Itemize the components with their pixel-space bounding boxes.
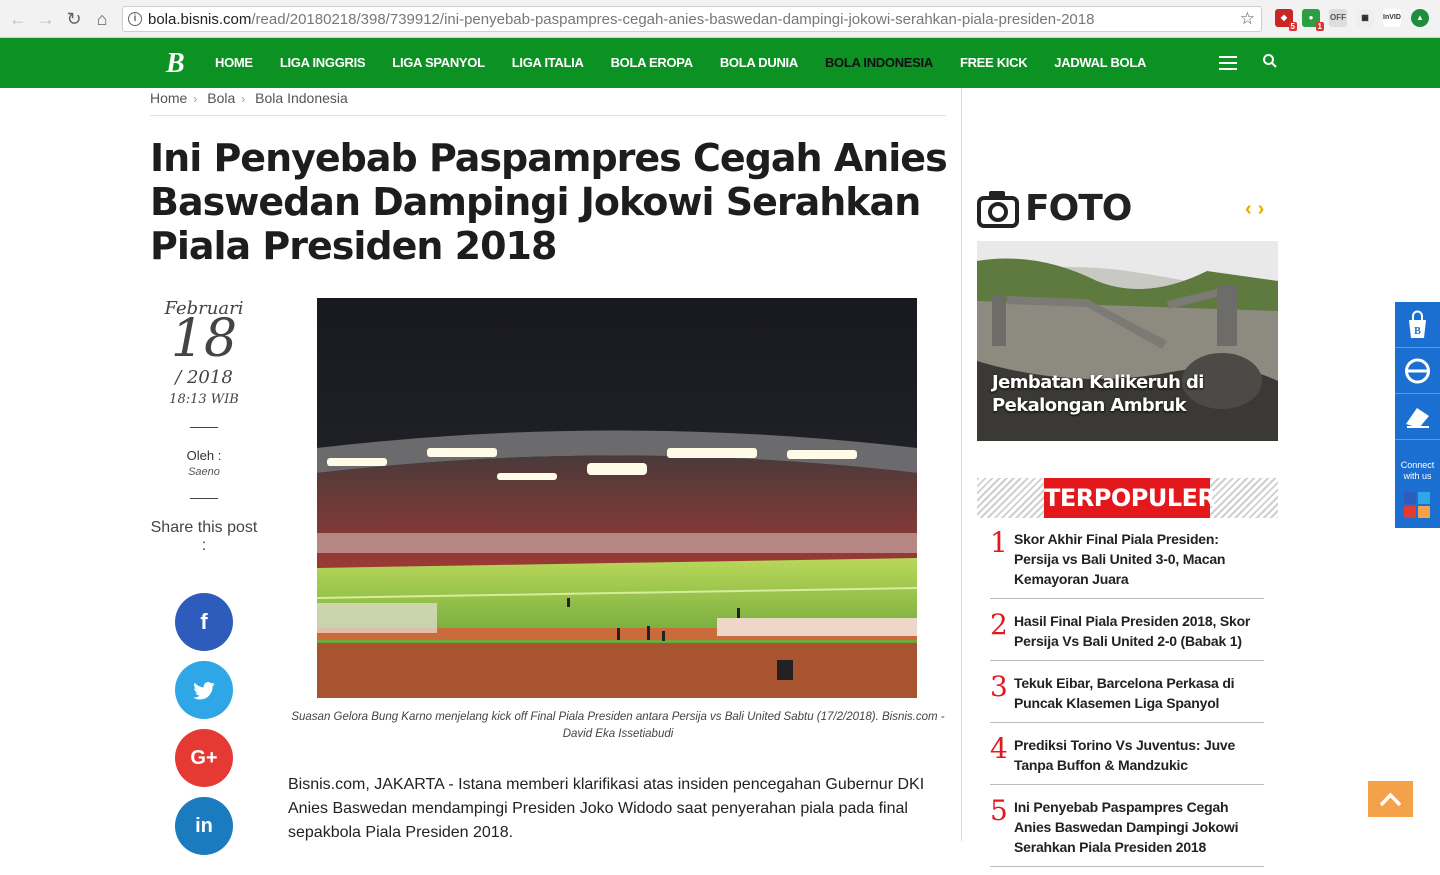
floating-social-bar: B Connect with us <box>1395 302 1440 528</box>
popular-title[interactable]: Prediksi Torino Vs Juventus: Juve Tanpa … <box>1014 735 1264 775</box>
extension-badge: 1 <box>1315 22 1324 31</box>
terpopuler-header: TERPOPULER <box>977 478 1278 518</box>
popular-rank: 4 <box>990 732 1008 765</box>
foto-card[interactable]: Jembatan Kalikeruh di Pekalongan Ambruk <box>977 241 1278 441</box>
e-logo-icon <box>1405 358 1430 384</box>
popular-list: 1 Skor Akhir Final Piala Presiden: Persij… <box>990 525 1264 875</box>
menu-bola-dunia[interactable]: BOLA DUNIA <box>720 38 798 88</box>
back-arrow-icon[interactable]: ← <box>8 9 28 29</box>
popular-rank: 1 <box>990 526 1008 559</box>
shopping-bag-icon: B <box>1409 310 1426 338</box>
popular-title[interactable]: Hasil Final Piala Presiden 2018, Skor Pe… <box>1014 611 1264 651</box>
search-icon[interactable] <box>1262 53 1278 69</box>
menu-jadwal-bola[interactable]: JADWAL BOLA <box>1054 38 1146 88</box>
magazine-button[interactable] <box>1395 394 1440 440</box>
extension-invid-label: InVID <box>1383 14 1401 21</box>
breadcrumb-bola[interactable]: Bola <box>207 90 235 106</box>
popular-item[interactable]: 1 Skor Akhir Final Piala Presiden: Persij… <box>990 525 1264 599</box>
menu-liga-spanyol[interactable]: LIGA SPANYOL <box>392 38 485 88</box>
scroll-to-top-button[interactable] <box>1368 781 1413 817</box>
menu-liga-italia[interactable]: LIGA ITALIA <box>512 38 584 88</box>
extension-off-label: OFF <box>1330 13 1346 22</box>
book-icon <box>1406 408 1429 428</box>
popular-rank: 2 <box>990 608 1008 641</box>
menu-free-kick[interactable]: FREE KICK <box>960 38 1028 88</box>
chevron-up-icon <box>1379 792 1402 807</box>
popular-item[interactable]: 5 Ini Penyebab Paspampres Cegah Anies Bas… <box>990 793 1264 867</box>
popular-rank: 5 <box>990 794 1008 827</box>
foto-caption[interactable]: Jembatan Kalikeruh di Pekalongan Ambruk <box>992 371 1262 417</box>
social-tiles-icon[interactable] <box>1404 492 1431 519</box>
extension-badge: 5 <box>1288 22 1297 31</box>
divider <box>190 498 218 499</box>
date-year: / 2018 <box>175 367 233 388</box>
author-label: Oleh : <box>186 448 222 463</box>
menu-bola-eropa[interactable]: BOLA EROPA <box>611 38 694 88</box>
menu-bola-indonesia[interactable]: BOLA INDONESIA <box>825 38 933 88</box>
facebook-share-button[interactable]: f <box>175 593 233 651</box>
date-day: 18 <box>170 309 238 369</box>
breadcrumb-separator-icon: › <box>241 92 246 106</box>
svg-text:B: B <box>1414 326 1421 337</box>
extension-off-icon[interactable]: OFF <box>1329 9 1347 27</box>
facebook-icon: f <box>200 609 208 634</box>
extension-grid-icon[interactable]: ▦ <box>1356 9 1374 27</box>
popular-title[interactable]: Ini Penyebab Paspampres Cegah Anies Basw… <box>1014 797 1264 857</box>
twitter-icon <box>193 682 215 700</box>
bookmark-star-icon[interactable]: ☆ <box>1240 9 1255 29</box>
epaper-button[interactable] <box>1395 348 1440 394</box>
connect-label: Connect with us <box>1400 460 1435 481</box>
extension-shield-icon[interactable]: ◆ 5 <box>1275 9 1297 31</box>
camera-icon <box>977 191 1019 228</box>
google-plus-share-button[interactable]: G+ <box>175 729 233 787</box>
divider <box>190 427 218 428</box>
url-path: /read/20180218/398/739912/ini-penyebab-p… <box>251 11 1095 28</box>
info-icon[interactable]: i <box>128 12 142 26</box>
article-body: Bisnis.com, JAKARTA - Istana memberi kla… <box>288 776 925 841</box>
popular-item[interactable]: 4 Prediksi Torino Vs Juventus: Juve Tanpa… <box>990 731 1264 785</box>
popular-title[interactable]: Skor Akhir Final Piala Presiden: Persija… <box>1014 529 1264 589</box>
extension-invid-icon[interactable]: InVID <box>1383 9 1401 27</box>
foto-label: FOTO <box>1025 188 1132 229</box>
linkedin-share-button[interactable]: in <box>175 797 233 855</box>
home-icon[interactable]: ⌂ <box>92 9 112 29</box>
url-text: bola.bisnis.com/read/20180218/398/739912… <box>148 11 1094 28</box>
bisnis-app-button[interactable]: B <box>1395 302 1440 348</box>
site-navbar: B HOME LIGA INGGRIS LIGA SPANYOL LIGA IT… <box>0 38 1440 88</box>
url-host: bola.bisnis.com <box>148 11 252 28</box>
menu-home[interactable]: HOME <box>215 38 253 88</box>
popular-item[interactable]: 3 Tekuk Eibar, Barcelona Perkasa di Punca… <box>990 669 1264 723</box>
twitter-share-button[interactable] <box>175 661 233 719</box>
linkedin-icon: in <box>195 815 213 837</box>
hamburger-menu-icon[interactable] <box>1219 56 1237 70</box>
browser-toolbar: ← → ↻ ⌂ i bola.bisnis.com/read/20180218/… <box>0 0 1440 38</box>
popular-rank: 3 <box>990 670 1008 703</box>
site-logo[interactable]: B <box>166 48 185 80</box>
photo-caption: Suasan Gelora Bung Karno menjelang kick … <box>291 711 945 740</box>
article-meta: Februari 18 / 2018 18:13 WIB Oleh : Saen… <box>150 298 258 555</box>
publish-time: 18:13 WIB <box>169 392 239 407</box>
extension-update-icon[interactable]: ▲ <box>1411 9 1429 27</box>
forward-arrow-icon[interactable]: → <box>36 9 56 29</box>
foto-section-header: FOTO ‹› <box>977 186 1277 230</box>
address-bar[interactable]: i bola.bisnis.com/read/20180218/398/7399… <box>122 6 1262 32</box>
popular-item[interactable]: 2 Hasil Final Piala Presiden 2018, Skor P… <box>990 607 1264 661</box>
breadcrumb-home[interactable]: Home <box>150 90 187 106</box>
extension-green-icon[interactable]: ● 1 <box>1302 9 1324 31</box>
menu-liga-inggris[interactable]: LIGA INGGRIS <box>280 38 366 88</box>
article-title: Ini Penyebab Paspampres Cegah Anies Basw… <box>150 136 948 268</box>
breadcrumb: Home › Bola › Bola Indonesia <box>150 90 946 116</box>
breadcrumb-separator-icon: › <box>193 92 198 106</box>
breadcrumb-bola-indonesia[interactable]: Bola Indonesia <box>255 90 348 106</box>
foto-carousel-arrows-icon[interactable]: ‹› <box>1245 198 1270 221</box>
reload-icon[interactable]: ↻ <box>64 9 84 29</box>
column-divider <box>961 88 962 841</box>
popular-title[interactable]: Tekuk Eibar, Barcelona Perkasa di Puncak… <box>1014 673 1264 713</box>
terpopuler-label: TERPOPULER <box>1044 478 1216 518</box>
google-plus-icon: G+ <box>190 747 218 769</box>
author-name[interactable]: Saeno <box>150 466 258 478</box>
main-menu: HOME LIGA INGGRIS LIGA SPANYOL LIGA ITAL… <box>215 38 1173 88</box>
article-photo[interactable] <box>317 298 917 698</box>
share-label: Share this post : <box>150 519 258 554</box>
